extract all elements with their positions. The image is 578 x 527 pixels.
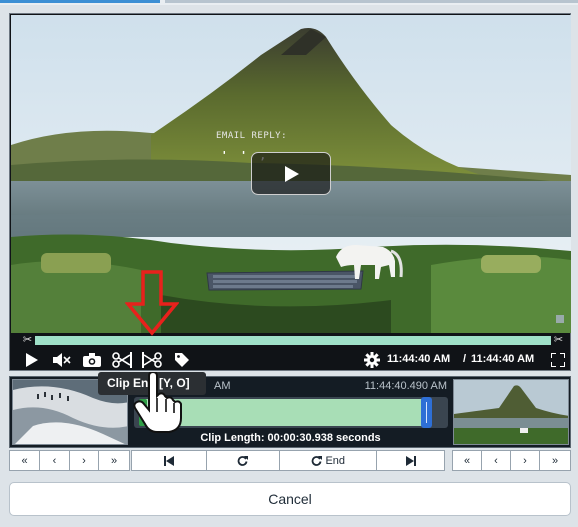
control-bar: 11:44:40 AM / 11:44:40 AM	[11, 348, 571, 370]
jump-forward-far-button[interactable]: »	[540, 451, 570, 470]
refresh-icon	[312, 456, 323, 466]
scissors-end-icon	[142, 352, 162, 368]
clip-start-time: AM	[214, 380, 231, 392]
fullscreen-button[interactable]	[547, 350, 569, 370]
tab-strip	[165, 0, 578, 3]
step-forward-button[interactable]: ›	[70, 451, 99, 470]
progress-track[interactable]	[35, 336, 551, 345]
video-overlay-text: EMAIL REPLY:	[216, 131, 288, 141]
jump-forward-far-button[interactable]: »	[99, 451, 129, 470]
tag-icon	[175, 353, 189, 367]
camera-icon	[83, 353, 101, 367]
jump-back-far-button[interactable]: «	[453, 451, 482, 470]
play-button[interactable]	[21, 350, 43, 370]
nav-buttons-right: « ‹ › »	[452, 450, 571, 471]
set-end-label: End	[325, 454, 346, 467]
trim-action-buttons: End	[131, 450, 445, 471]
duration-time: 11:44:40 AM	[471, 353, 535, 365]
skip-to-start-icon	[163, 455, 174, 466]
top-strip	[0, 0, 578, 5]
mute-icon	[53, 353, 71, 367]
nav-buttons-left: « ‹ › »	[9, 450, 130, 471]
tag-button[interactable]	[171, 350, 193, 370]
hand-pointer-icon	[133, 372, 182, 433]
clip-start-marker-icon: ✂	[22, 334, 33, 346]
current-time: 11:44:40 AM	[387, 353, 451, 365]
video-player: EMAIL REPLY: ' ' , ✂ ✂ 11:44:40 AM / 11:…	[9, 13, 571, 371]
time-separator: /	[463, 353, 467, 365]
step-back-button[interactable]: ‹	[482, 451, 511, 470]
video-frame[interactable]: EMAIL REPLY: ' ' ,	[11, 15, 571, 333]
clip-end-button[interactable]	[141, 350, 163, 370]
mute-button[interactable]	[51, 350, 73, 370]
play-icon	[285, 166, 299, 182]
set-end-button[interactable]: End	[280, 451, 378, 470]
jump-back-far-button[interactable]: «	[10, 451, 40, 470]
scissors-icon	[112, 352, 132, 368]
step-forward-button[interactable]: ›	[511, 451, 540, 470]
cancel-button[interactable]: Cancel	[9, 482, 571, 516]
loop-button[interactable]	[207, 451, 281, 470]
snapshot-button[interactable]	[81, 350, 103, 370]
clip-end-time: 11:44:40.490 AM	[364, 380, 447, 392]
play-icon	[26, 353, 38, 367]
clip-end-marker-icon: ✂	[553, 334, 564, 346]
trim-panel: AM 11:44:40.490 AM Clip Length: 00:00:30…	[9, 376, 571, 448]
skip-to-end-icon	[405, 455, 416, 466]
trim-end-handle[interactable]	[421, 397, 432, 428]
progress-bar[interactable]: ✂ ✂	[21, 334, 565, 348]
red-arrow-annotation	[125, 270, 179, 336]
big-play-button[interactable]	[251, 152, 331, 195]
settings-button[interactable]	[361, 350, 383, 370]
end-frame-thumbnail	[453, 379, 569, 445]
go-to-end-button[interactable]	[377, 451, 444, 470]
fullscreen-icon	[551, 353, 565, 367]
active-tab-indicator	[0, 0, 160, 3]
step-back-button[interactable]: ‹	[40, 451, 70, 470]
gear-icon	[364, 352, 380, 368]
clip-start-button[interactable]	[111, 350, 133, 370]
go-to-start-button[interactable]	[132, 451, 207, 470]
refresh-icon	[238, 456, 249, 466]
